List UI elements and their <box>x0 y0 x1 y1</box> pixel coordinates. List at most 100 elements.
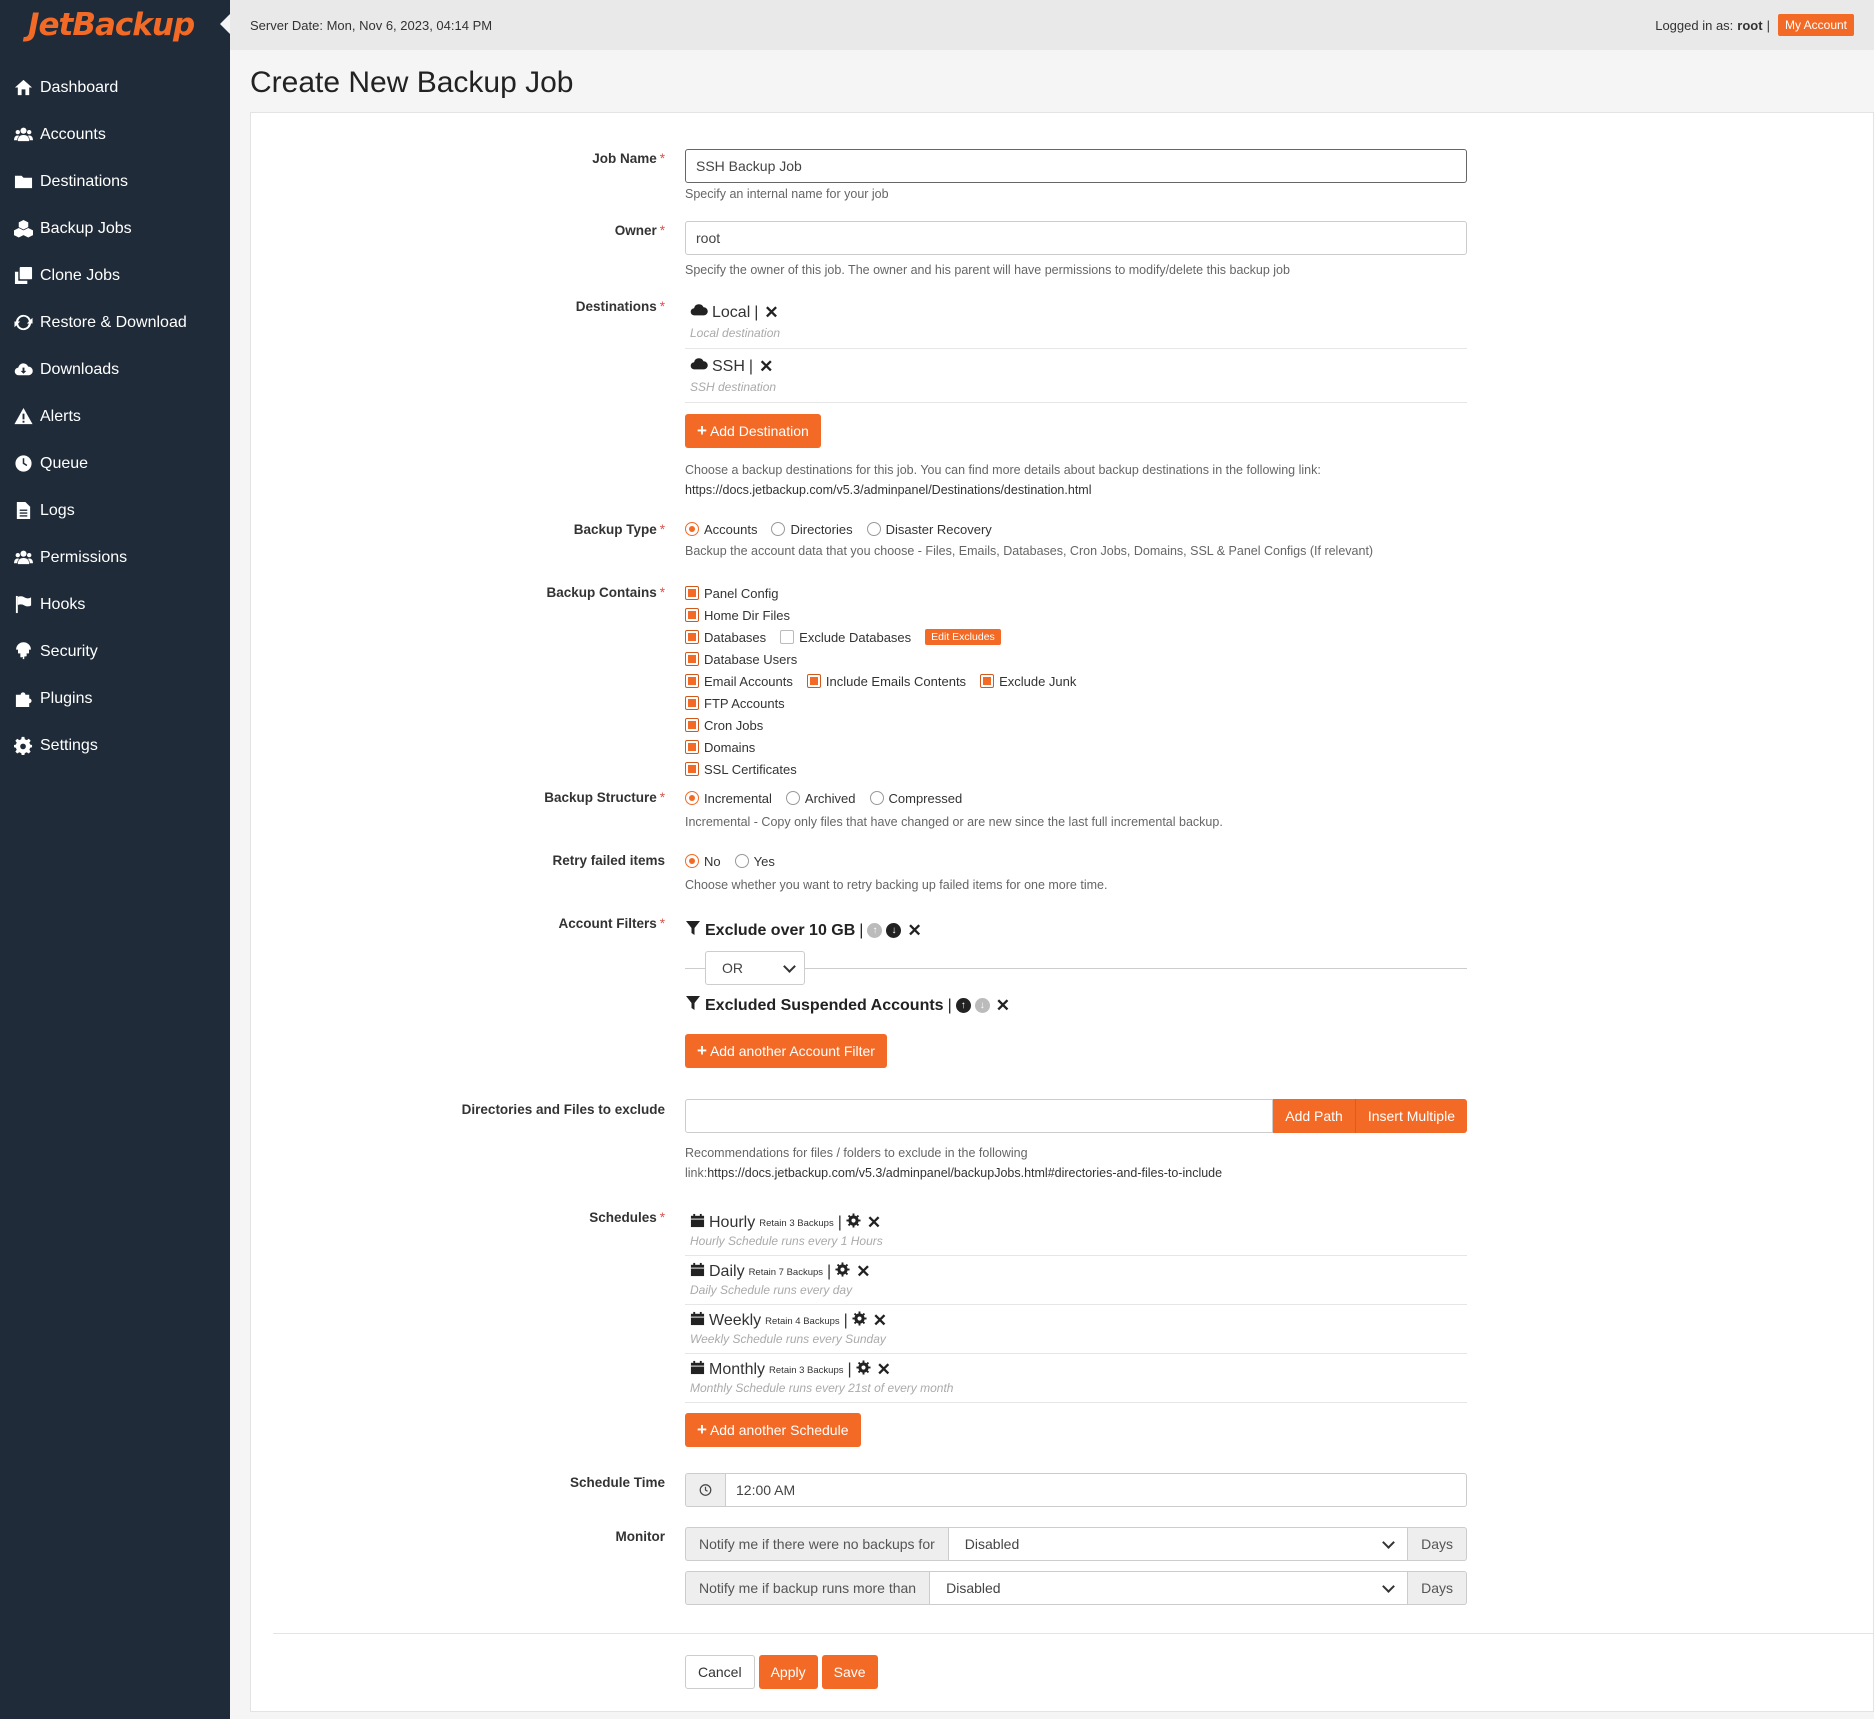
logged-in-user: root <box>1737 17 1763 33</box>
account-filter-item: Excluded Suspended Accounts | ↑ ↓ ✕ <box>685 995 1467 1016</box>
remove-filter-icon[interactable]: ✕ <box>996 996 1010 1016</box>
remove-filter-icon[interactable]: ✕ <box>907 921 921 941</box>
exclude-databases-checkbox[interactable]: Exclude Databases <box>780 630 911 645</box>
sidebar-item-downloads[interactable]: Downloads <box>0 346 230 393</box>
sidebar-item-destinations[interactable]: Destinations <box>0 158 230 205</box>
structure-incremental[interactable]: Incremental <box>685 791 772 806</box>
home-dir-files-checkbox[interactable]: Home Dir Files <box>685 608 790 623</box>
add-account-filter-button[interactable]: + Add another Account Filter <box>685 1034 887 1068</box>
domains-checkbox[interactable]: Domains <box>685 740 755 755</box>
clock-icon <box>14 454 40 473</box>
job-name-input[interactable]: SSH Backup Job <box>685 149 1467 183</box>
monitor-runs-more-select[interactable]: Disabled <box>929 1571 1409 1605</box>
gear-icon[interactable] <box>835 1262 850 1282</box>
panel-config-checkbox[interactable]: Panel Config <box>685 586 778 601</box>
sidebar-item-dashboard[interactable]: Dashboard <box>0 64 230 111</box>
move-down-icon[interactable]: ↓ <box>886 923 902 938</box>
gear-icon[interactable] <box>846 1213 861 1233</box>
option-label: Home Dir Files <box>704 607 790 623</box>
cron-jobs-checkbox[interactable]: Cron Jobs <box>685 718 763 733</box>
backup-type-label-text: Backup Type <box>573 522 657 537</box>
backup-type-accounts[interactable]: Accounts <box>685 522 757 537</box>
destinations-docs-link[interactable]: https://docs.jetbackup.com/v5.3/adminpan… <box>685 480 1467 500</box>
retry-no[interactable]: No <box>685 854 721 869</box>
remove-destination-icon[interactable]: ✕ <box>759 357 773 377</box>
remove-schedule-icon[interactable]: ✕ <box>877 1360 891 1380</box>
schedule-description: Hourly Schedule runs every 1 Hours <box>690 1234 883 1248</box>
my-account-button[interactable]: My Account <box>1777 14 1854 36</box>
move-down-icon: ↓ <box>974 998 990 1013</box>
flag-icon <box>14 595 40 614</box>
puzzle-icon <box>14 689 40 708</box>
ssl-certificates-checkbox[interactable]: SSL Certificates <box>685 762 797 777</box>
monitor-no-backups-select[interactable]: Disabled <box>947 1527 1409 1561</box>
sidebar-item-restore-download[interactable]: Restore & Download <box>0 299 230 346</box>
schedules-label: Schedules * <box>251 1210 665 1225</box>
schedules-control: Hourly Retain 3 Backups | ✕ Hourly Sched… <box>685 1207 1467 1447</box>
logo[interactable]: JetBackup <box>0 0 230 50</box>
structure-archived[interactable]: Archived <box>785 791 856 806</box>
ftp-accounts-checkbox[interactable]: FTP Accounts <box>685 696 785 711</box>
database-users-checkbox[interactable]: Database Users <box>685 652 797 667</box>
add-destination-button[interactable]: + Add Destination <box>685 414 821 448</box>
topbar: Server Date: Mon, Nov 6, 2023, 04:14 PM … <box>230 0 1874 50</box>
structure-compressed[interactable]: Compressed <box>869 791 962 806</box>
move-up-icon[interactable]: ↑ <box>955 998 971 1013</box>
retry-yes[interactable]: Yes <box>734 854 775 869</box>
gear-icon[interactable] <box>852 1311 867 1331</box>
chevron-down-icon <box>783 959 796 973</box>
destination-item-ssh: SSH | ✕ SSH destination <box>685 349 1467 403</box>
exclude-junk-checkbox[interactable]: Exclude Junk <box>980 674 1076 689</box>
owner-label-text: Owner <box>614 223 657 238</box>
include-emails-contents-checkbox[interactable]: Include Emails Contents <box>806 674 966 689</box>
remove-schedule-icon[interactable]: ✕ <box>856 1262 870 1282</box>
monitor-runs-more-group: Notify me if backup runs more than Disab… <box>685 1571 1467 1605</box>
sidebar-item-clone-jobs[interactable]: Clone Jobs <box>0 252 230 299</box>
option-label: Email Accounts <box>704 673 793 689</box>
email-accounts-checkbox[interactable]: Email Accounts <box>685 674 793 689</box>
backup-type-disaster-recovery[interactable]: Disaster Recovery <box>866 522 992 537</box>
remove-schedule-icon[interactable]: ✕ <box>873 1311 887 1331</box>
separator: | <box>754 303 759 321</box>
destination-name: SSH <box>712 357 745 375</box>
exclude-paths-docs-link[interactable]: https://docs.jetbackup.com/v5.3/adminpan… <box>707 1166 1222 1180</box>
backup-type-options: Accounts Directories Disaster Recovery <box>685 519 1467 539</box>
sidebar-item-plugins[interactable]: Plugins <box>0 675 230 722</box>
sidebar-item-hooks[interactable]: Hooks <box>0 581 230 628</box>
sidebar-item-settings[interactable]: Settings <box>0 722 230 769</box>
radio <box>734 854 749 868</box>
option-label: Exclude Databases <box>799 629 912 645</box>
backup-type-control: Accounts Directories Disaster Recovery B… <box>685 519 1467 561</box>
exclude-paths-label: Directories and Files to exclude <box>461 1102 665 1117</box>
databases-checkbox[interactable]: Databases <box>685 630 766 645</box>
cancel-button[interactable]: Cancel <box>685 1655 755 1689</box>
apply-button[interactable]: Apply <box>758 1655 818 1689</box>
gear-icon[interactable] <box>856 1360 871 1380</box>
add-schedule-label: Add another Schedule <box>709 1422 849 1438</box>
days-unit: Days <box>1408 1527 1467 1561</box>
schedule-time-input[interactable]: 12:00 AM <box>725 1473 1467 1507</box>
add-path-button[interactable]: Add Path <box>1273 1099 1355 1133</box>
backup-type-directories[interactable]: Directories <box>771 522 853 537</box>
add-schedule-button[interactable]: + Add another Schedule <box>685 1413 861 1447</box>
exclude-path-input[interactable] <box>685 1099 1274 1133</box>
sidebar-item-alerts[interactable]: Alerts <box>0 393 230 440</box>
page-title: Create New Backup Job <box>250 66 574 99</box>
remove-schedule-icon[interactable]: ✕ <box>867 1213 881 1233</box>
save-button[interactable]: Save <box>821 1655 878 1689</box>
sidebar-item-queue[interactable]: Queue <box>0 440 230 487</box>
insert-multiple-button[interactable]: Insert Multiple <box>1354 1099 1467 1133</box>
sidebar-item-logs[interactable]: Logs <box>0 487 230 534</box>
filter-operator-select[interactable]: OR <box>705 951 805 985</box>
cubes-icon <box>14 219 40 238</box>
sidebar-item-accounts[interactable]: Accounts <box>0 111 230 158</box>
sidebar-item-backup-jobs[interactable]: Backup Jobs <box>0 205 230 252</box>
sidebar-item-security[interactable]: Security <box>0 628 230 675</box>
owner-input[interactable]: root <box>685 221 1467 255</box>
checkbox-checked <box>806 674 821 688</box>
remove-destination-icon[interactable]: ✕ <box>764 303 778 323</box>
checkbox-checked <box>685 696 699 710</box>
sidebar-item-permissions[interactable]: Permissions <box>0 534 230 581</box>
checkbox-checked <box>980 674 995 688</box>
edit-excludes-button[interactable]: Edit Excludes <box>925 629 1001 645</box>
